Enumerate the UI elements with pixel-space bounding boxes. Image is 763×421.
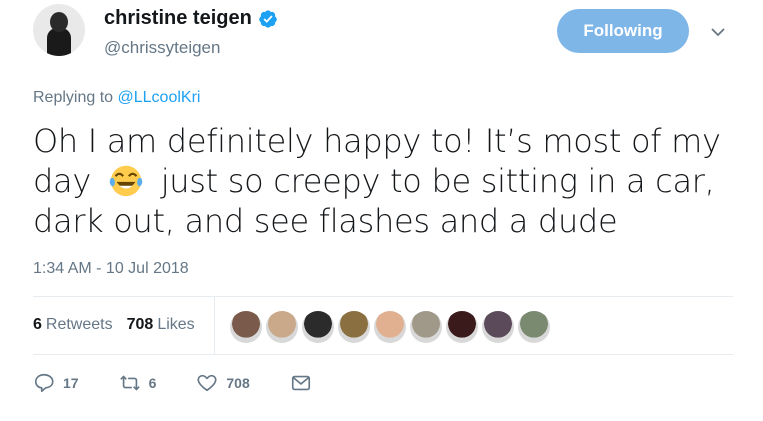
retweets-count: 6 <box>33 316 42 333</box>
heart-icon <box>197 374 217 392</box>
reply-context: Replying to @LLcoolKri <box>33 89 200 107</box>
likes-label: Likes <box>157 316 195 333</box>
divider-bottom <box>33 354 733 355</box>
tweet-text: Oh I am definitely happy to! It’s most o… <box>33 121 733 241</box>
likes-count: 708 <box>126 316 154 333</box>
liker-avatar[interactable] <box>230 311 262 343</box>
reply-prefix: Replying to <box>33 89 118 106</box>
face-with-tears-of-joy-icon <box>109 165 143 197</box>
liker-avatars <box>230 311 550 343</box>
reply-button[interactable]: 17 <box>33 372 79 394</box>
retweets-stat[interactable]: 6 Retweets <box>33 316 113 334</box>
engagement-stats: 6 Retweets 708 Likes <box>33 296 733 354</box>
reply-mention-link[interactable]: @LLcoolKri <box>118 89 201 106</box>
author-name-row: christine teigen <box>104 7 278 30</box>
author-avatar[interactable] <box>33 4 85 56</box>
liker-avatar[interactable] <box>374 311 406 343</box>
following-button[interactable]: Following <box>557 9 689 53</box>
like-button[interactable]: 708 <box>196 372 250 394</box>
retweet-count: 6 <box>148 375 157 391</box>
envelope-icon <box>291 375 310 391</box>
tweet-timestamp[interactable]: 1:34 AM - 10 Jul 2018 <box>33 260 189 278</box>
liker-avatar[interactable] <box>302 311 334 343</box>
liker-avatar[interactable] <box>446 311 478 343</box>
likes-stat[interactable]: 708 Likes <box>127 316 195 334</box>
liker-avatar[interactable] <box>338 311 370 343</box>
liker-avatar[interactable] <box>482 311 514 343</box>
stats-separator <box>214 296 215 354</box>
retweet-button[interactable]: 6 <box>119 372 157 394</box>
author-handle[interactable]: @chrissyteigen <box>104 38 220 58</box>
tweet-actions: 17 6 708 <box>33 372 352 394</box>
direct-message-button[interactable] <box>290 372 312 394</box>
author-display-name[interactable]: christine teigen <box>104 7 252 30</box>
retweets-label: Retweets <box>45 316 113 333</box>
reply-icon <box>34 373 54 393</box>
chevron-down-icon[interactable] <box>710 24 726 40</box>
liker-avatar[interactable] <box>410 311 442 343</box>
liker-avatar[interactable] <box>266 311 298 343</box>
reply-count: 17 <box>63 375 79 391</box>
like-count: 708 <box>226 375 250 391</box>
liker-avatar[interactable] <box>518 311 550 343</box>
retweet-icon <box>119 375 140 391</box>
verified-badge-icon <box>259 9 277 28</box>
